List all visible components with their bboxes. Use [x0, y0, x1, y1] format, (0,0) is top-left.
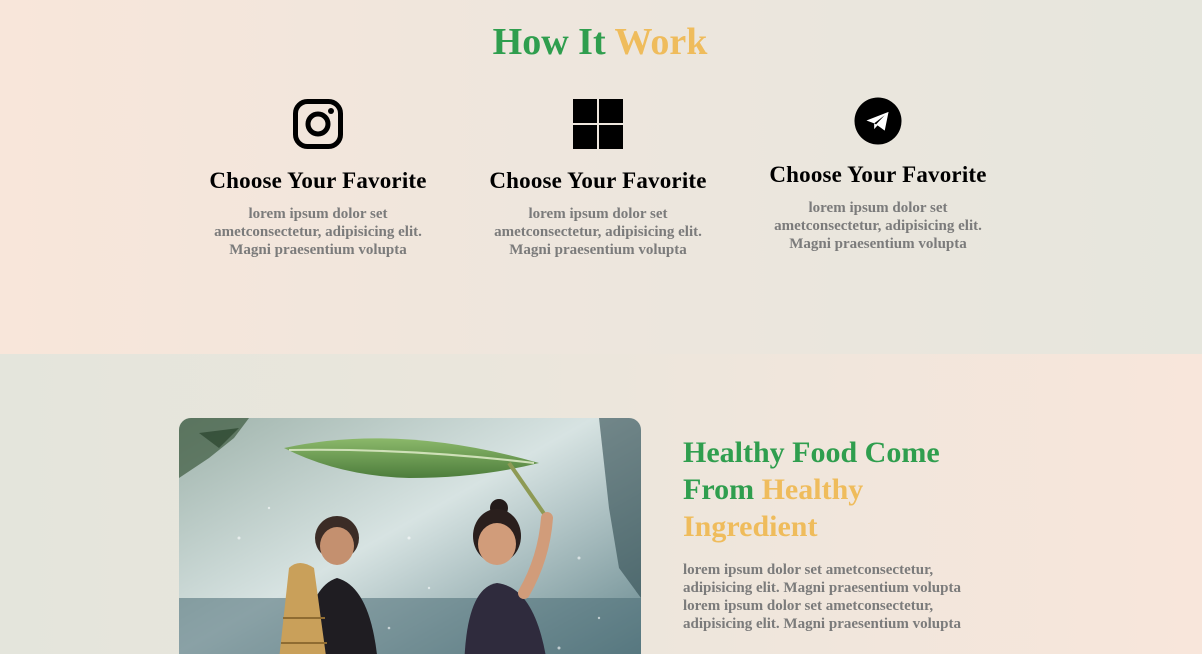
step-title: Choose Your Favorite: [489, 168, 707, 193]
step-description: lorem ipsum dolor set ametconsectetur, a…: [774, 200, 982, 252]
step-card-1: Choose Your Favorite lorem ipsum dolor s…: [198, 99, 438, 259]
instagram-icon[interactable]: [293, 99, 343, 149]
step-card-2: Choose Your Favorite lorem ipsum dolor s…: [478, 99, 718, 259]
hero-photo: [179, 418, 641, 654]
step-card-3: Choose Your Favorite lorem ipsum dolor s…: [758, 97, 998, 253]
girls-in-rain-image: [179, 418, 641, 654]
title-part-gold: Work: [614, 21, 708, 63]
step-title: Choose Your Favorite: [769, 162, 987, 187]
title-part-green: How It: [492, 21, 606, 63]
windows-icon[interactable]: [573, 99, 623, 149]
healthy-description: lorem ipsum dolor set ametconsectetur, a…: [683, 562, 961, 632]
step-title: Choose Your Favorite: [209, 168, 427, 193]
step-description: lorem ipsum dolor set ametconsectetur, a…: [214, 206, 422, 258]
healthy-title: Healthy Food Come From Healthy Ingredien…: [683, 434, 1003, 545]
telegram-icon[interactable]: [853, 97, 903, 145]
section-title: How It Work: [0, 20, 1200, 64]
step-description: lorem ipsum dolor set ametconsectetur, a…: [494, 206, 702, 258]
how-it-work-section: How It Work Choose Your Favorite lorem i…: [0, 0, 1202, 354]
